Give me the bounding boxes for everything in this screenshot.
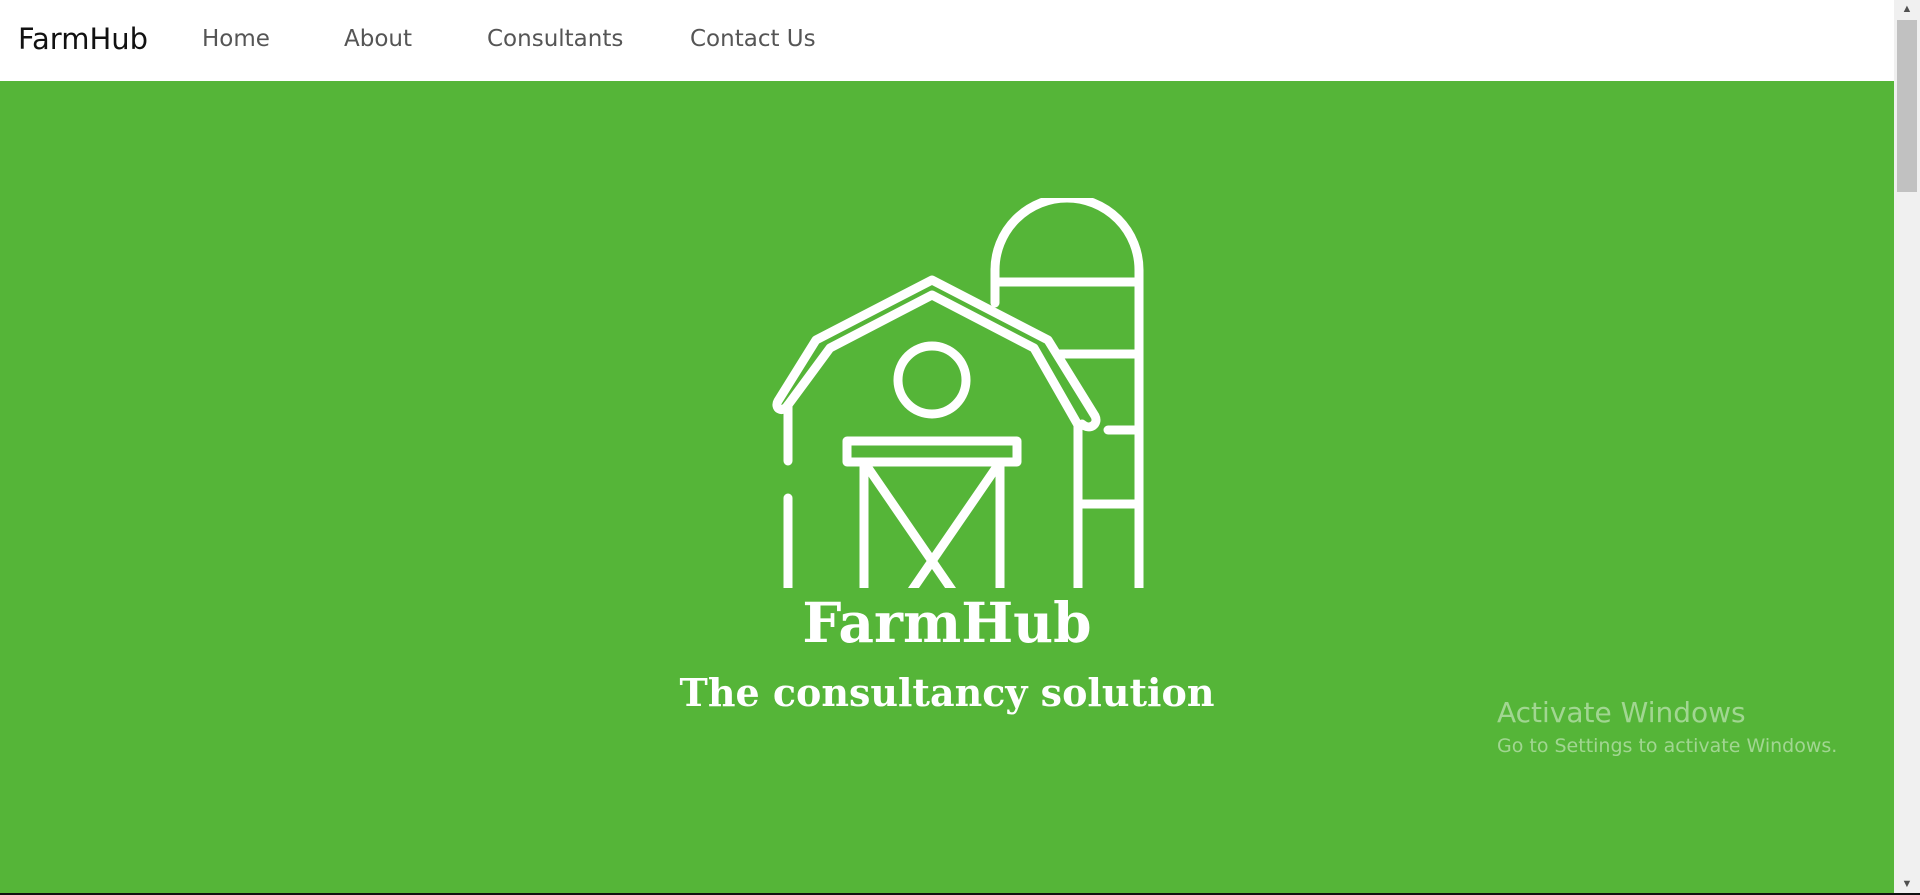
scroll-down-arrow-icon[interactable]: ▼ <box>1894 875 1920 893</box>
brand-link[interactable]: FarmHub <box>18 22 148 56</box>
scrollbar-thumb[interactable] <box>1897 20 1917 192</box>
hero-title: FarmHub <box>802 590 1092 655</box>
navbar: FarmHub Home About Consultants Contact U… <box>0 0 1894 81</box>
scroll-up-arrow-icon[interactable]: ▲ <box>1894 0 1920 18</box>
activate-windows-watermark: Activate Windows Go to Settings to activ… <box>1497 696 1837 757</box>
watermark-title: Activate Windows <box>1497 696 1746 729</box>
vertical-scrollbar[interactable]: ▲ ▼ <box>1894 0 1920 893</box>
barn-silo-icon <box>772 198 1144 588</box>
nav-link-about[interactable]: About <box>344 26 412 52</box>
nav-link-consultants[interactable]: Consultants <box>487 26 623 52</box>
nav-link-home[interactable]: Home <box>202 26 270 52</box>
nav-link-contact-us[interactable]: Contact Us <box>690 26 816 52</box>
watermark-subtitle: Go to Settings to activate Windows. <box>1497 735 1838 757</box>
page: FarmHub Home About Consultants Contact U… <box>0 0 1920 895</box>
